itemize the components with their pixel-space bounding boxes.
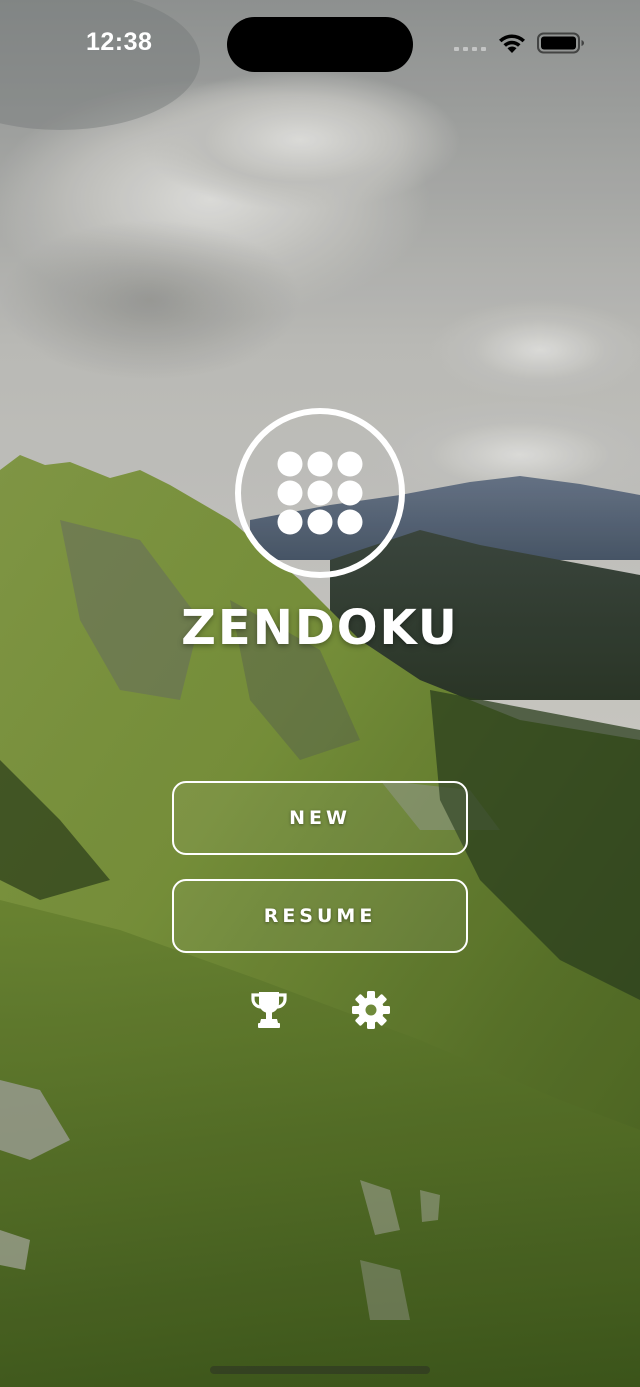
battery-icon bbox=[537, 32, 584, 54]
home-screen: 12:38 ZENDOKU NEW RESUME bbox=[0, 0, 640, 1387]
status-bar: 12:38 bbox=[0, 0, 640, 90]
new-game-button[interactable]: NEW bbox=[172, 781, 468, 855]
wifi-icon bbox=[499, 34, 525, 53]
dynamic-island bbox=[227, 17, 413, 72]
leaderboard-button[interactable] bbox=[247, 988, 291, 1032]
new-game-label: NEW bbox=[289, 807, 351, 829]
status-time: 12:38 bbox=[86, 28, 153, 56]
resume-game-label: RESUME bbox=[263, 905, 377, 927]
dice-nine-dots-icon bbox=[235, 408, 405, 578]
resume-game-button[interactable]: RESUME bbox=[172, 879, 468, 953]
settings-button[interactable] bbox=[349, 988, 393, 1032]
background-landscape bbox=[0, 0, 640, 1387]
home-indicator[interactable] bbox=[210, 1366, 430, 1374]
gear-icon bbox=[352, 991, 390, 1029]
signal-icon bbox=[454, 47, 486, 51]
trophy-icon bbox=[251, 992, 287, 1028]
app-title: ZENDOKU bbox=[181, 600, 459, 656]
